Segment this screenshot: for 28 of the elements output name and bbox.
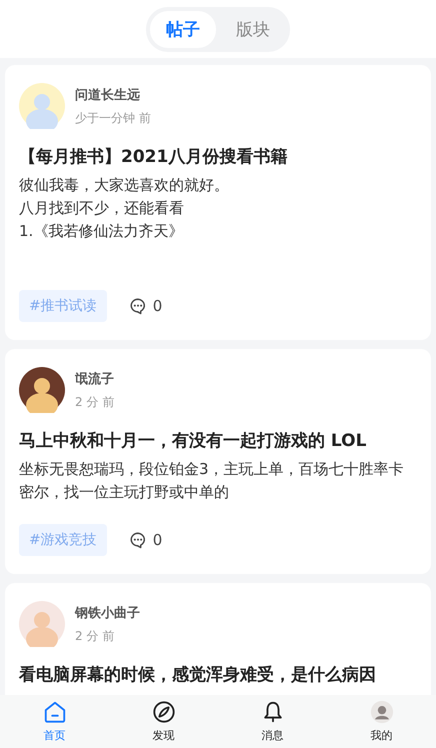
- comment-icon: [128, 297, 147, 315]
- author-name: 钢铁小曲子: [75, 604, 140, 622]
- author-name: 问道长生远: [75, 86, 141, 104]
- post-text: 1.《我若修仙法力齐天》: [19, 221, 184, 242]
- post-card[interactable]: 氓流子 2 分 前 马上中秋和十月一，有没有一起打游戏的 LOL 坐标无畏恕瑞玛，段位铂金3，主玩上单，百场七十胜率卡密尔，找一位主玩打野或中单的 #游戏竞技 0: [5, 349, 431, 574]
- comment-count: 0: [152, 531, 162, 549]
- post-title: 马上中秋和十月一，有没有一起打游戏的 LOL: [19, 430, 368, 452]
- nav-tab[interactable]: 发现: [109, 695, 218, 748]
- comment-icon: [128, 531, 147, 549]
- compass-icon: [152, 700, 176, 724]
- post-card[interactable]: 钢铁小曲子 2 分 前 看电脑屏幕的时候，感觉浑身难受，是什么病因: [5, 583, 431, 695]
- post-card[interactable]: 问道长生远 少于一分钟 前 【每月推书】2021八月份搜看书籍 彼仙我毒，大家选喜欢的就好。 八月找到不少，还能看看 1.《我若修仙法力齐天》 #推书试读 0: [5, 65, 431, 340]
- post-text: 坐标无畏恕瑞玛，段位铂金3，主玩上单，百场七十胜率卡密尔，找一位主玩打野或中单的: [19, 459, 405, 503]
- nav-tab[interactable]: 消息: [218, 695, 327, 748]
- tab[interactable]: 帖子: [150, 10, 216, 48]
- author-name: 氓流子: [75, 370, 114, 388]
- home-icon: [42, 700, 66, 724]
- post-title: 【每月推书】2021八月份搜看书籍: [19, 146, 288, 168]
- comment-count: 0: [152, 297, 162, 315]
- post-time: 少于一分钟 前: [75, 110, 151, 126]
- avatar-icon: [370, 700, 394, 724]
- nav-tab[interactable]: 首页: [0, 695, 109, 748]
- post-time: 2 分 前: [75, 628, 116, 644]
- post-title: 看电脑屏幕的时候，感觉浑身难受，是什么病因: [19, 664, 377, 686]
- post-text: 彼仙我毒，大家选喜欢的就好。: [19, 175, 230, 196]
- post-text: 八月找到不少，还能看看: [19, 198, 185, 219]
- nav-tab[interactable]: 我的: [327, 695, 436, 748]
- post-time: 2 分 前: [75, 394, 114, 410]
